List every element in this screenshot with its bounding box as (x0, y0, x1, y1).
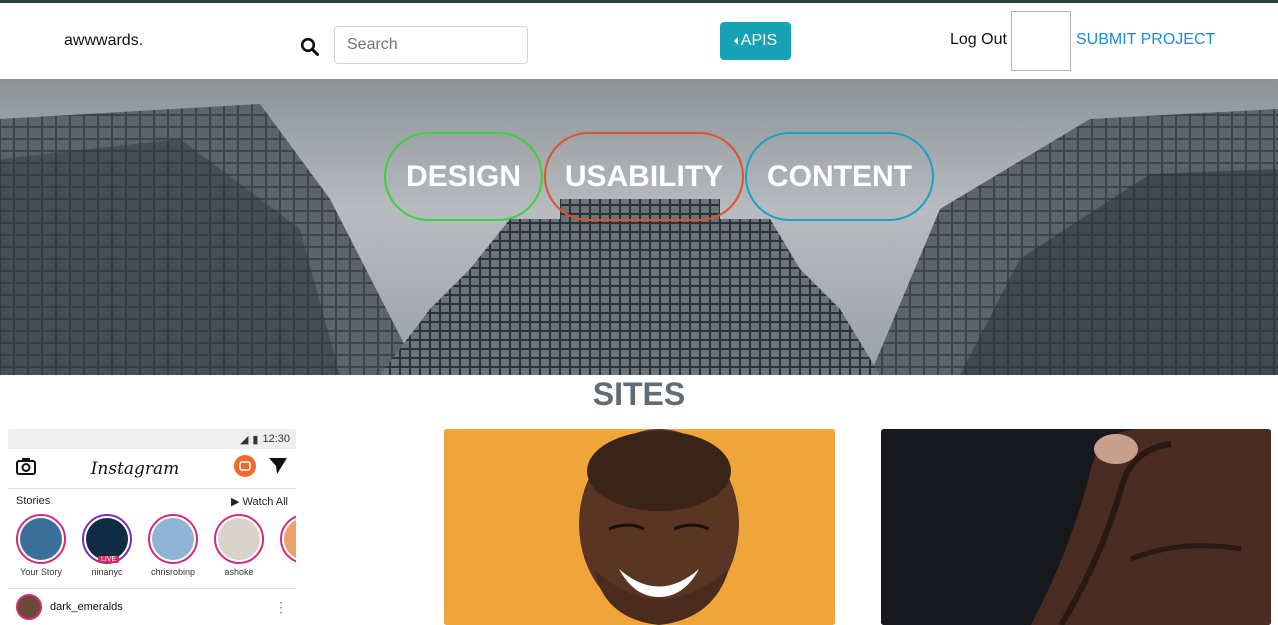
stories-header: Stories ▶ Watch All (8, 489, 296, 508)
logout-link[interactable]: Log Out (950, 31, 1007, 49)
navbar: awwwards. APIS Log Out SUBMIT PROJECT (0, 3, 1278, 79)
story-item: Your Story (15, 514, 67, 577)
status-time: 12:30 (262, 433, 290, 445)
story-item: ben (279, 514, 296, 577)
sites-heading: SITES (592, 376, 686, 412)
hero-banner: DESIGN USABILITY CONTENT (0, 79, 1278, 375)
stories-label: Stories (16, 495, 51, 507)
camera-icon (16, 457, 36, 480)
avatar[interactable] (1011, 11, 1071, 71)
instagram-header: Instagram (8, 449, 296, 489)
post-header: dark_emeralds ⋮ (8, 588, 296, 625)
design-pill[interactable]: DESIGN (384, 132, 543, 221)
content-pill[interactable]: CONTENT (745, 132, 934, 221)
post-username: dark_emeralds (50, 601, 123, 613)
site-card-portrait[interactable] (444, 429, 835, 625)
igtv-icon (234, 455, 256, 482)
stories-row: Your Story LIVE ninanyc chrisrobinp asho… (8, 508, 296, 577)
more-options-icon: ⋮ (274, 598, 288, 615)
skyscrapers-image (0, 104, 1278, 375)
usability-pill[interactable]: USABILITY (544, 132, 744, 221)
search-icon[interactable] (300, 37, 320, 57)
instagram-logo: Instagram (90, 458, 180, 479)
search-input[interactable] (334, 26, 528, 64)
phone-status-bar: ◢ ▮ 12:30 (8, 429, 296, 449)
story-item: chrisrobinp (147, 514, 199, 577)
battery-icon: ▮ (252, 433, 259, 446)
signal-icon: ◢ (239, 433, 249, 446)
apis-label: APIS (740, 32, 778, 49)
live-badge: LIVE (98, 556, 120, 563)
watch-all-link: ▶ Watch All (231, 496, 288, 508)
site-card-instagram[interactable]: ◢ ▮ 12:30 Instagram Stories ▶ Watch All … (8, 429, 296, 625)
brand-logo[interactable]: awwwards. (64, 32, 143, 50)
submit-project-link[interactable]: SUBMIT PROJECT (1076, 31, 1215, 49)
post-avatar (16, 594, 42, 620)
portrait-image (444, 429, 835, 625)
hand-image (881, 429, 1271, 625)
apis-button[interactable]: APIS (720, 22, 791, 60)
story-item: ashoke (213, 514, 265, 577)
caret-left-icon (733, 37, 738, 45)
site-card-hand[interactable] (881, 429, 1271, 625)
direct-message-icon (268, 457, 288, 480)
story-item: LIVE ninanyc (81, 514, 133, 577)
